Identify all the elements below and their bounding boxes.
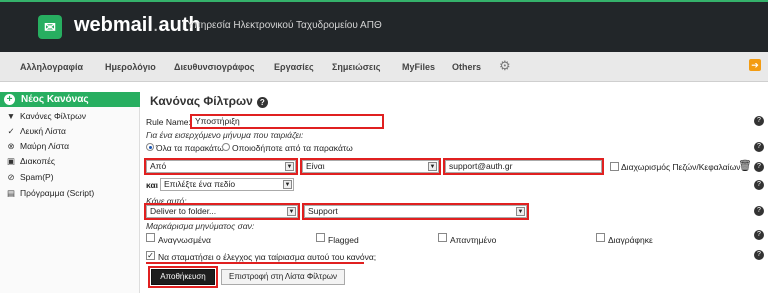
flag-answered-label: Απαντημένο bbox=[450, 235, 497, 245]
chevron-down-icon: ▼ bbox=[428, 162, 437, 171]
case-sensitive-checkbox[interactable] bbox=[610, 162, 619, 171]
flag-seen-checkbox[interactable] bbox=[146, 233, 155, 242]
match-any-radio[interactable] bbox=[222, 143, 230, 151]
plus-icon: + bbox=[4, 94, 15, 105]
help-icon[interactable]: ? bbox=[754, 180, 764, 190]
menu-item-calendar[interactable]: Ημερολόγιο bbox=[105, 62, 156, 72]
menu-item-tasks[interactable]: Εργασίες bbox=[274, 62, 314, 72]
rule-name-label: Rule Name: bbox=[146, 117, 191, 127]
sidebar: + Νέος Κανόνας ▼ Κανόνες Φίλτρων ✓ Λευκή Λί… bbox=[0, 92, 140, 293]
incoming-hint: Για ένα εισερχόμενο μήνυμα που ταιριάζει… bbox=[146, 130, 304, 140]
new-rule-button[interactable]: + Νέος Κανόνας bbox=[0, 92, 140, 107]
chevron-down-icon: ▼ bbox=[283, 180, 292, 189]
criterion-field-select[interactable]: Από ▼ bbox=[146, 160, 296, 173]
logout-icon[interactable]: ➔ bbox=[749, 59, 761, 71]
rule-name-input[interactable]: Υποστήριξη bbox=[192, 116, 382, 127]
folder-value: Support bbox=[308, 206, 338, 216]
match-any-label: Οποιοδήποτε από τα παρακάτω bbox=[232, 143, 353, 153]
gear-icon[interactable]: ⚙ bbox=[499, 58, 511, 74]
criterion-operator-select[interactable]: Είναι ▼ bbox=[302, 160, 439, 173]
sidebar-item-spam[interactable]: ⊘ Spam(P) bbox=[6, 172, 54, 183]
action-value: Deliver to folder... bbox=[150, 206, 217, 216]
menu-item-notes[interactable]: Σημειώσεις bbox=[332, 62, 380, 72]
sidebar-item-script[interactable]: ▤ Πρόγραμμα (Script) bbox=[6, 188, 94, 199]
help-icon[interactable]: ? bbox=[754, 230, 764, 240]
flag-seen-label: Αναγνωσμένα bbox=[158, 235, 211, 245]
criterion-field-value: Από bbox=[150, 161, 167, 171]
menu-bar: Αλληλογραφία Ημερολόγιο Διευθυνσιογράφος… bbox=[0, 52, 768, 82]
back-to-list-button[interactable]: Επιστροφή στη Λίστα Φίλτρων bbox=[221, 269, 345, 285]
sidebar-item-label: Πρόγραμμα (Script) bbox=[20, 188, 95, 198]
block-circle-icon: ⊗ bbox=[7, 141, 15, 151]
page-title: Κανόνας Φίλτρων? bbox=[150, 94, 268, 108]
sidebar-item-whitelist[interactable]: ✓ Λευκή Λίστα bbox=[6, 126, 66, 137]
stop-checking-checkbox[interactable]: ✓ bbox=[146, 251, 155, 260]
choose-field-select[interactable]: Επιλέξτε ένα πεδίο ▼ bbox=[160, 178, 294, 191]
help-icon[interactable]: ? bbox=[754, 142, 764, 152]
and-label: και bbox=[146, 180, 159, 190]
menu-item-others[interactable]: Others bbox=[452, 62, 481, 72]
sidebar-item-label: Spam(P) bbox=[20, 172, 54, 182]
vacation-icon: ▣ bbox=[6, 156, 16, 166]
tagline: | Υπηρεσία Ηλεκτρονικού Ταχυδρομείου ΑΠΘ bbox=[182, 20, 382, 31]
check-circle-icon: ✓ bbox=[7, 126, 15, 136]
page-title-text: Κανόνας Φίλτρων bbox=[150, 94, 253, 108]
menu-item-myfiles[interactable]: MyFiles bbox=[402, 62, 435, 72]
sidebar-item-label: Κανόνες Φίλτρων bbox=[20, 111, 86, 121]
filter-icon: ▼ bbox=[6, 111, 16, 121]
match-all-label: Όλα τα παρακάτω bbox=[156, 143, 224, 153]
help-icon[interactable]: ? bbox=[754, 206, 764, 216]
flag-flagged-label: Flagged bbox=[328, 235, 359, 245]
trash-icon[interactable]: 🗑 bbox=[738, 159, 752, 172]
help-icon[interactable]: ? bbox=[256, 97, 268, 108]
folder-select[interactable]: Support ▼ bbox=[304, 205, 527, 218]
new-rule-label: Νέος Κανόνας bbox=[21, 94, 89, 105]
choose-field-value: Επιλέξτε ένα πεδίο bbox=[164, 179, 236, 189]
chevron-down-icon: ▼ bbox=[285, 162, 294, 171]
chevron-down-icon: ▼ bbox=[516, 207, 525, 216]
flag-flagged-checkbox[interactable] bbox=[316, 233, 325, 242]
sidebar-item-label: Διακοπές bbox=[20, 156, 55, 166]
flag-deleted-label: Διαγράφηκε bbox=[608, 235, 653, 245]
sidebar-item-label: Λευκή Λίστα bbox=[20, 126, 66, 136]
envelope-logo-icon: ✉ bbox=[38, 15, 62, 39]
help-icon[interactable]: ? bbox=[754, 162, 764, 172]
help-icon[interactable]: ? bbox=[754, 250, 764, 260]
sidebar-item-vacation[interactable]: ▣ Διακοπές bbox=[6, 156, 55, 167]
menu-item-addressbook[interactable]: Διευθυνσιογράφος bbox=[174, 62, 254, 72]
case-sensitive-label: Διαχωρισμός Πεζών/Κεφαλαίων bbox=[621, 162, 741, 172]
sidebar-item-filter-rules[interactable]: ▼ Κανόνες Φίλτρων bbox=[6, 111, 86, 121]
brand-main: webmail bbox=[74, 14, 153, 36]
menu-item-mail[interactable]: Αλληλογραφία bbox=[20, 62, 83, 72]
spam-icon: ⊘ bbox=[7, 172, 15, 182]
match-all-radio[interactable] bbox=[146, 143, 154, 151]
sidebar-item-blacklist[interactable]: ⊗ Μαύρη Λίστα bbox=[6, 141, 69, 152]
help-icon[interactable]: ? bbox=[754, 116, 764, 126]
flag-answered-checkbox[interactable] bbox=[438, 233, 447, 242]
chevron-down-icon: ▼ bbox=[287, 207, 296, 216]
header: ✉ webmail.auth | Υπηρεσία Ηλεκτρονικού Τ… bbox=[0, 0, 768, 52]
stop-checking-label: Να σταματήσει ο έλεγχος για ταίριασμα αυ… bbox=[158, 252, 377, 262]
stop-checking-underline bbox=[146, 262, 364, 264]
sidebar-item-label: Μαύρη Λίστα bbox=[20, 141, 70, 151]
action-select[interactable]: Deliver to folder... ▼ bbox=[146, 205, 298, 218]
mark-as-label: Μαρκάρισμα μηνύματος σαν: bbox=[146, 221, 255, 231]
save-button[interactable]: Αποθήκευση bbox=[151, 269, 215, 285]
criterion-operator-value: Είναι bbox=[306, 161, 325, 171]
flag-deleted-checkbox[interactable] bbox=[596, 233, 605, 242]
script-icon: ▤ bbox=[6, 188, 16, 198]
criterion-value-input[interactable]: support@auth.gr bbox=[445, 160, 602, 173]
